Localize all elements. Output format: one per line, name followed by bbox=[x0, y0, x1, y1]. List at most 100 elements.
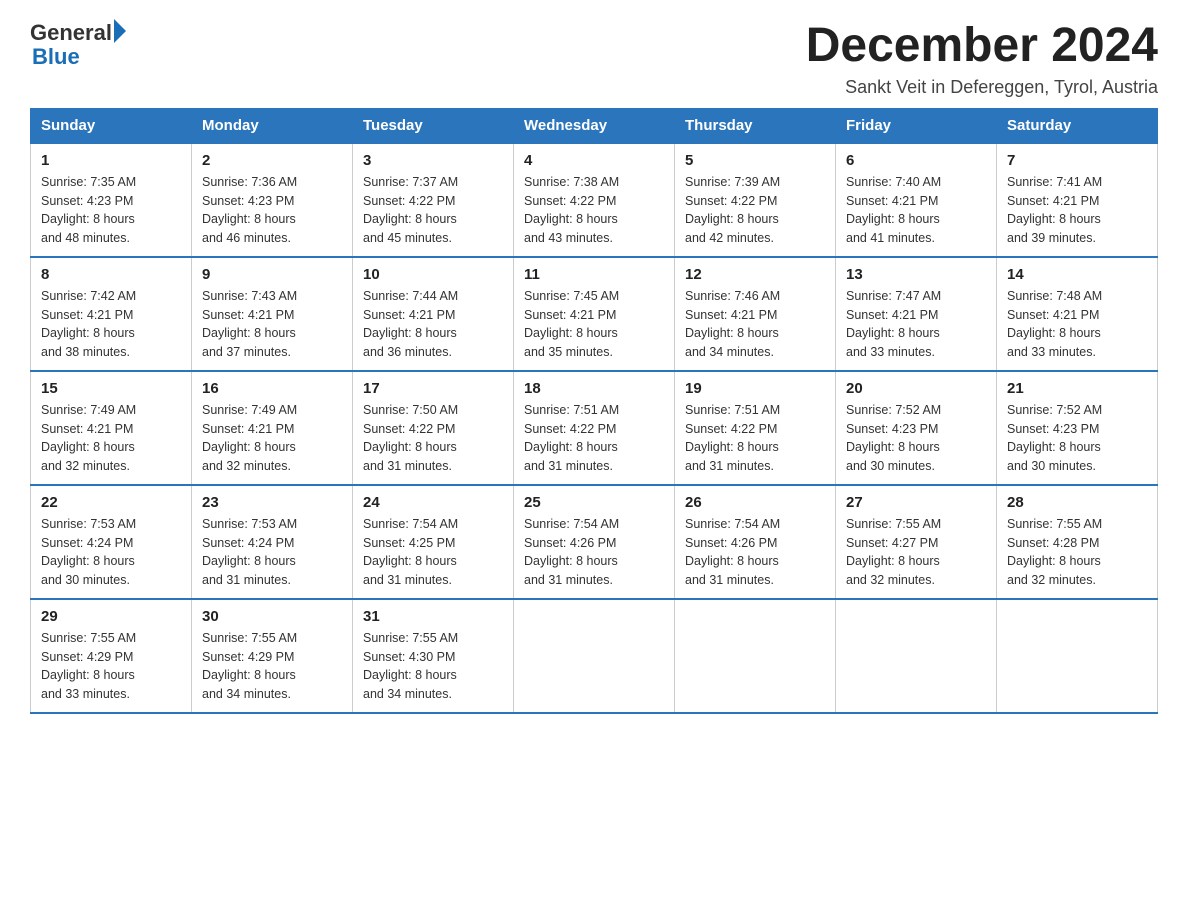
day-info: Sunrise: 7:49 AMSunset: 4:21 PMDaylight:… bbox=[202, 401, 342, 476]
calendar-header-monday: Monday bbox=[192, 108, 353, 143]
calendar-cell: 31Sunrise: 7:55 AMSunset: 4:30 PMDayligh… bbox=[353, 599, 514, 713]
calendar-cell: 27 Sunrise: 7:55 AMSunset: 4:27 PMDayligh… bbox=[836, 485, 997, 599]
day-number: 23 bbox=[202, 494, 342, 511]
calendar-cell: 22Sunrise: 7:53 AMSunset: 4:24 PMDayligh… bbox=[31, 485, 192, 599]
day-number: 27 bbox=[846, 494, 986, 511]
day-info: Sunrise: 7:51 AMSunset: 4:22 PMDaylight:… bbox=[524, 401, 664, 476]
day-number: 13 bbox=[846, 266, 986, 283]
day-info: Sunrise: 7:36 AMSunset: 4:23 PMDaylight:… bbox=[202, 173, 342, 248]
day-number: 18 bbox=[524, 380, 664, 397]
calendar-cell: 19Sunrise: 7:51 AMSunset: 4:22 PMDayligh… bbox=[675, 371, 836, 485]
day-info: Sunrise: 7:38 AMSunset: 4:22 PMDaylight:… bbox=[524, 173, 664, 248]
day-info: Sunrise: 7:39 AMSunset: 4:22 PMDaylight:… bbox=[685, 173, 825, 248]
title-section: December 2024 Sankt Veit in Defereggen, … bbox=[806, 20, 1158, 98]
day-number: 28 bbox=[1007, 494, 1147, 511]
calendar-cell: 3 Sunrise: 7:37 AMSunset: 4:22 PMDaylight… bbox=[353, 143, 514, 257]
calendar-cell: 25 Sunrise: 7:54 AMSunset: 4:26 PMDayligh… bbox=[514, 485, 675, 599]
day-info: Sunrise: 7:54 AMSunset: 4:26 PMDaylight:… bbox=[685, 515, 825, 590]
day-info: Sunrise: 7:35 AMSunset: 4:23 PMDaylight:… bbox=[41, 173, 181, 248]
day-number: 9 bbox=[202, 266, 342, 283]
logo-triangle-icon bbox=[114, 19, 126, 43]
day-info: Sunrise: 7:55 AMSunset: 4:29 PMDaylight:… bbox=[202, 629, 342, 704]
calendar-cell: 29 Sunrise: 7:55 AMSunset: 4:29 PMDayligh… bbox=[31, 599, 192, 713]
calendar-header-wednesday: Wednesday bbox=[514, 108, 675, 143]
calendar-cell: 8Sunrise: 7:42 AMSunset: 4:21 PMDaylight… bbox=[31, 257, 192, 371]
calendar-cell: 23 Sunrise: 7:53 AMSunset: 4:24 PMDayligh… bbox=[192, 485, 353, 599]
day-info: Sunrise: 7:45 AMSunset: 4:21 PMDaylight:… bbox=[524, 287, 664, 362]
day-info: Sunrise: 7:37 AMSunset: 4:22 PMDaylight:… bbox=[363, 173, 503, 248]
day-info: Sunrise: 7:55 AMSunset: 4:27 PMDaylight:… bbox=[846, 515, 986, 590]
logo: General Blue bbox=[30, 20, 126, 70]
calendar-cell: 13 Sunrise: 7:47 AMSunset: 4:21 PMDayligh… bbox=[836, 257, 997, 371]
day-info: Sunrise: 7:40 AMSunset: 4:21 PMDaylight:… bbox=[846, 173, 986, 248]
calendar-header-friday: Friday bbox=[836, 108, 997, 143]
page-header: General Blue December 2024 Sankt Veit in… bbox=[30, 20, 1158, 98]
day-info: Sunrise: 7:54 AMSunset: 4:26 PMDaylight:… bbox=[524, 515, 664, 590]
calendar-cell: 12Sunrise: 7:46 AMSunset: 4:21 PMDayligh… bbox=[675, 257, 836, 371]
day-number: 6 bbox=[846, 152, 986, 169]
day-info: Sunrise: 7:55 AMSunset: 4:30 PMDaylight:… bbox=[363, 629, 503, 704]
day-number: 20 bbox=[846, 380, 986, 397]
day-info: Sunrise: 7:41 AMSunset: 4:21 PMDaylight:… bbox=[1007, 173, 1147, 248]
calendar-week-row: 1 Sunrise: 7:35 AMSunset: 4:23 PMDaylight… bbox=[31, 143, 1158, 257]
calendar-cell: 11 Sunrise: 7:45 AMSunset: 4:21 PMDayligh… bbox=[514, 257, 675, 371]
calendar-cell: 18 Sunrise: 7:51 AMSunset: 4:22 PMDayligh… bbox=[514, 371, 675, 485]
calendar-cell: 14Sunrise: 7:48 AMSunset: 4:21 PMDayligh… bbox=[997, 257, 1158, 371]
month-title: December 2024 bbox=[806, 20, 1158, 73]
calendar-cell bbox=[836, 599, 997, 713]
day-info: Sunrise: 7:44 AMSunset: 4:21 PMDaylight:… bbox=[363, 287, 503, 362]
calendar-cell: 6 Sunrise: 7:40 AMSunset: 4:21 PMDaylight… bbox=[836, 143, 997, 257]
day-info: Sunrise: 7:42 AMSunset: 4:21 PMDaylight:… bbox=[41, 287, 181, 362]
day-number: 19 bbox=[685, 380, 825, 397]
day-number: 14 bbox=[1007, 266, 1147, 283]
calendar-cell: 30 Sunrise: 7:55 AMSunset: 4:29 PMDayligh… bbox=[192, 599, 353, 713]
calendar-header-row: SundayMondayTuesdayWednesdayThursdayFrid… bbox=[31, 108, 1158, 143]
day-number: 3 bbox=[363, 152, 503, 169]
day-number: 2 bbox=[202, 152, 342, 169]
calendar-cell: 28 Sunrise: 7:55 AMSunset: 4:28 PMDayligh… bbox=[997, 485, 1158, 599]
day-info: Sunrise: 7:53 AMSunset: 4:24 PMDaylight:… bbox=[202, 515, 342, 590]
day-number: 29 bbox=[41, 608, 181, 625]
calendar-cell: 4 Sunrise: 7:38 AMSunset: 4:22 PMDaylight… bbox=[514, 143, 675, 257]
logo-blue-text: Blue bbox=[32, 44, 80, 70]
day-number: 12 bbox=[685, 266, 825, 283]
calendar-cell: 5 Sunrise: 7:39 AMSunset: 4:22 PMDaylight… bbox=[675, 143, 836, 257]
calendar-table: SundayMondayTuesdayWednesdayThursdayFrid… bbox=[30, 108, 1158, 714]
calendar-cell: 1 Sunrise: 7:35 AMSunset: 4:23 PMDaylight… bbox=[31, 143, 192, 257]
day-info: Sunrise: 7:50 AMSunset: 4:22 PMDaylight:… bbox=[363, 401, 503, 476]
calendar-header-thursday: Thursday bbox=[675, 108, 836, 143]
day-number: 24 bbox=[363, 494, 503, 511]
day-number: 4 bbox=[524, 152, 664, 169]
calendar-cell: 9 Sunrise: 7:43 AMSunset: 4:21 PMDaylight… bbox=[192, 257, 353, 371]
location-title: Sankt Veit in Defereggen, Tyrol, Austria bbox=[806, 77, 1158, 98]
calendar-cell bbox=[514, 599, 675, 713]
day-info: Sunrise: 7:52 AMSunset: 4:23 PMDaylight:… bbox=[846, 401, 986, 476]
day-number: 30 bbox=[202, 608, 342, 625]
day-info: Sunrise: 7:49 AMSunset: 4:21 PMDaylight:… bbox=[41, 401, 181, 476]
day-number: 11 bbox=[524, 266, 664, 283]
calendar-week-row: 15 Sunrise: 7:49 AMSunset: 4:21 PMDayligh… bbox=[31, 371, 1158, 485]
day-number: 10 bbox=[363, 266, 503, 283]
calendar-cell: 26 Sunrise: 7:54 AMSunset: 4:26 PMDayligh… bbox=[675, 485, 836, 599]
day-info: Sunrise: 7:47 AMSunset: 4:21 PMDaylight:… bbox=[846, 287, 986, 362]
day-number: 7 bbox=[1007, 152, 1147, 169]
calendar-cell bbox=[997, 599, 1158, 713]
day-number: 17 bbox=[363, 380, 503, 397]
day-number: 21 bbox=[1007, 380, 1147, 397]
day-info: Sunrise: 7:55 AMSunset: 4:28 PMDaylight:… bbox=[1007, 515, 1147, 590]
calendar-header-sunday: Sunday bbox=[31, 108, 192, 143]
calendar-week-row: 22Sunrise: 7:53 AMSunset: 4:24 PMDayligh… bbox=[31, 485, 1158, 599]
calendar-cell: 21Sunrise: 7:52 AMSunset: 4:23 PMDayligh… bbox=[997, 371, 1158, 485]
day-info: Sunrise: 7:43 AMSunset: 4:21 PMDaylight:… bbox=[202, 287, 342, 362]
day-info: Sunrise: 7:53 AMSunset: 4:24 PMDaylight:… bbox=[41, 515, 181, 590]
calendar-cell: 15 Sunrise: 7:49 AMSunset: 4:21 PMDayligh… bbox=[31, 371, 192, 485]
logo-general-text: General bbox=[30, 20, 112, 46]
day-number: 1 bbox=[41, 152, 181, 169]
day-number: 15 bbox=[41, 380, 181, 397]
calendar-cell: 17 Sunrise: 7:50 AMSunset: 4:22 PMDayligh… bbox=[353, 371, 514, 485]
calendar-cell: 7 Sunrise: 7:41 AMSunset: 4:21 PMDaylight… bbox=[997, 143, 1158, 257]
day-info: Sunrise: 7:55 AMSunset: 4:29 PMDaylight:… bbox=[41, 629, 181, 704]
day-number: 26 bbox=[685, 494, 825, 511]
day-number: 25 bbox=[524, 494, 664, 511]
day-number: 5 bbox=[685, 152, 825, 169]
